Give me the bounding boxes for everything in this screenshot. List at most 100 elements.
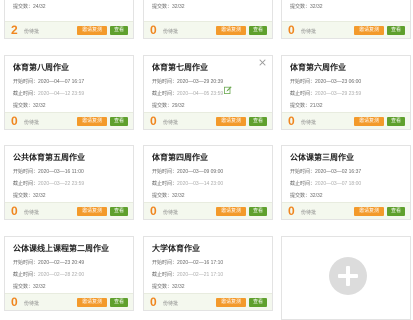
add-icon[interactable] <box>329 257 367 295</box>
end-time: 截止时间：2020—02—21 17:10 <box>152 272 224 278</box>
remind-button[interactable]: 邀请复测 <box>216 117 246 126</box>
submitted-line: 提交数：29/32 <box>152 103 185 109</box>
card-title: 体育第四周作业 <box>152 153 208 162</box>
view-button[interactable]: 查看 <box>249 207 267 216</box>
pending-count: 0 <box>11 114 18 128</box>
start-time: 开始时间：2020—02—23 20:49 <box>13 260 85 266</box>
card-footer: 0 份待批 邀请复测 查看 <box>144 112 272 129</box>
pending-label: 份待批 <box>24 29 40 35</box>
card-title: 公体课第三周作业 <box>290 153 354 162</box>
submitted-line: 提交数：32/32 <box>13 103 46 109</box>
pending-label: 份待批 <box>301 120 317 126</box>
end-time: 截止时间：2020—02—28 22:00 <box>13 272 85 278</box>
homework-card[interactable]: 体育第七周作业 开始时间：2020—03—29 20:39 截止时间：2020—… <box>143 55 273 130</box>
homework-card[interactable]: 公共体育第五周作业 开始时间：2020—03—16 11:00 截止时间：202… <box>4 145 134 220</box>
homework-card-partial-1: 提交数：24/32 2 份待批 邀请复测 查看 <box>4 0 134 39</box>
submitted-line: 提交数：32/32 <box>152 284 185 290</box>
pending-label: 份待批 <box>24 301 40 307</box>
card-title: 公体课线上课程第二周作业 <box>13 244 109 253</box>
pending-count: 0 <box>150 114 157 128</box>
homework-card[interactable]: 体育第六周作业 开始时间：2020—03—23 06:00 截止时间：2020—… <box>281 55 411 130</box>
card-footer: 0 份待批 邀请复测 查看 <box>5 112 133 129</box>
pending-label: 份待批 <box>24 210 40 216</box>
pending-count: 0 <box>288 23 295 37</box>
start-time: 开始时间：2020—04—07 16:17 <box>13 79 85 85</box>
card-footer: 0 份待批 邀请复测 查看 <box>282 112 410 129</box>
end-time: 截止时间：2020—03—14 23:00 <box>152 181 224 187</box>
card-footer: 0 份待批 邀请复测 查看 <box>5 293 133 310</box>
end-time: 截止时间：2020—03—29 23:59 <box>290 91 362 97</box>
remind-button[interactable]: 邀请复测 <box>354 207 384 216</box>
close-icon[interactable] <box>259 59 266 66</box>
pending-count: 2 <box>11 23 18 37</box>
card-footer: 0 份待批 邀请复测 查看 <box>282 202 410 219</box>
card-title: 公共体育第五周作业 <box>13 153 85 162</box>
remind-button[interactable]: 邀请复测 <box>77 207 107 216</box>
pending-count: 0 <box>150 295 157 309</box>
view-button[interactable]: 查看 <box>110 298 128 307</box>
pending-count: 0 <box>11 204 18 218</box>
card-footer: 0 份待批 邀请复测 查看 <box>282 21 410 38</box>
homework-card[interactable]: 大学体育作业 开始时间：2020—02—16 17:10 截止时间：2020—0… <box>143 236 273 311</box>
remind-button[interactable]: 邀请复测 <box>216 207 246 216</box>
pending-label: 份待批 <box>163 120 179 126</box>
submitted-line: 提交数：32/32 <box>13 284 46 290</box>
pending-count: 0 <box>288 204 295 218</box>
view-button[interactable]: 查看 <box>110 207 128 216</box>
start-time: 开始时间：2020—03—16 11:00 <box>13 169 84 175</box>
start-time: 开始时间：2020—02—16 17:10 <box>152 260 224 266</box>
card-footer: 0 份待批 邀请复测 查看 <box>144 21 272 38</box>
card-footer: 2 份待批 邀请复测 查看 <box>5 21 133 38</box>
submitted-line: 提交数：32/32 <box>152 193 185 199</box>
submitted-line: 提交数：21/32 <box>290 103 323 109</box>
card-title: 体育第六周作业 <box>290 63 346 72</box>
remind-button[interactable]: 邀请复测 <box>77 298 107 307</box>
pending-label: 份待批 <box>24 120 40 126</box>
end-time: 截止时间：2020—04—05 23:59 <box>152 91 224 97</box>
end-time: 截止时间：2020—03—07 18:00 <box>290 181 362 187</box>
homework-card[interactable]: 公体课第三周作业 开始时间：2020—03—02 16:37 截止时间：2020… <box>281 145 411 220</box>
remind-button[interactable]: 邀请复测 <box>216 26 246 35</box>
submitted-line: 提交数：32/32 <box>152 4 185 10</box>
pending-label: 份待批 <box>301 29 317 35</box>
homework-card-partial-3: 提交数：32/32 0 份待批 邀请复测 查看 <box>281 0 411 39</box>
view-button[interactable]: 查看 <box>110 26 128 35</box>
pending-label: 份待批 <box>163 301 179 307</box>
end-time: 截止时间：2020—03—22 23:59 <box>13 181 85 187</box>
pending-label: 份待批 <box>301 210 317 216</box>
card-footer: 0 份待批 邀请复测 查看 <box>144 293 272 310</box>
card-title: 体育第八周作业 <box>13 63 69 72</box>
card-footer: 0 份待批 邀请复测 查看 <box>5 202 133 219</box>
homework-card[interactable]: 公体课线上课程第二周作业 开始时间：2020—02—23 20:49 截止时间：… <box>4 236 134 311</box>
remind-button[interactable]: 邀请复测 <box>216 298 246 307</box>
view-button[interactable]: 查看 <box>249 298 267 307</box>
pending-count: 0 <box>150 204 157 218</box>
homework-card[interactable]: 体育第八周作业 开始时间：2020—04—07 16:17 截止时间：2020—… <box>4 55 134 130</box>
start-time: 开始时间：2020—03—29 20:39 <box>152 79 224 85</box>
view-button[interactable]: 查看 <box>249 117 267 126</box>
remind-button[interactable]: 邀请复测 <box>354 26 384 35</box>
add-homework-card[interactable] <box>281 236 411 320</box>
pending-label: 份待批 <box>163 210 179 216</box>
submitted-line: 提交数：32/32 <box>290 193 323 199</box>
view-button[interactable]: 查看 <box>387 117 405 126</box>
card-title: 体育第七周作业 <box>152 63 208 72</box>
remind-button[interactable]: 邀请复测 <box>77 117 107 126</box>
start-time: 开始时间：2020—03—02 16:37 <box>290 169 362 175</box>
view-button[interactable]: 查看 <box>387 207 405 216</box>
end-time: 截止时间：2020—04—12 23:59 <box>13 91 85 97</box>
remind-button[interactable]: 邀请复测 <box>354 117 384 126</box>
submitted-line: 提交数：32/32 <box>13 193 46 199</box>
start-time: 开始时间：2020—03—23 06:00 <box>290 79 362 85</box>
remind-button[interactable]: 邀请复测 <box>77 26 107 35</box>
start-time: 开始时间：2020—03—09 09:00 <box>152 169 224 175</box>
view-button[interactable]: 查看 <box>110 117 128 126</box>
pending-count: 0 <box>150 23 157 37</box>
view-button[interactable]: 查看 <box>249 26 267 35</box>
view-button[interactable]: 查看 <box>387 26 405 35</box>
pending-count: 0 <box>11 295 18 309</box>
homework-card[interactable]: 体育第四周作业 开始时间：2020—03—09 09:00 截止时间：2020—… <box>143 145 273 220</box>
edit-icon[interactable] <box>224 86 232 94</box>
submitted-line: 提交数：24/32 <box>13 4 46 10</box>
submitted-line: 提交数：32/32 <box>290 4 323 10</box>
